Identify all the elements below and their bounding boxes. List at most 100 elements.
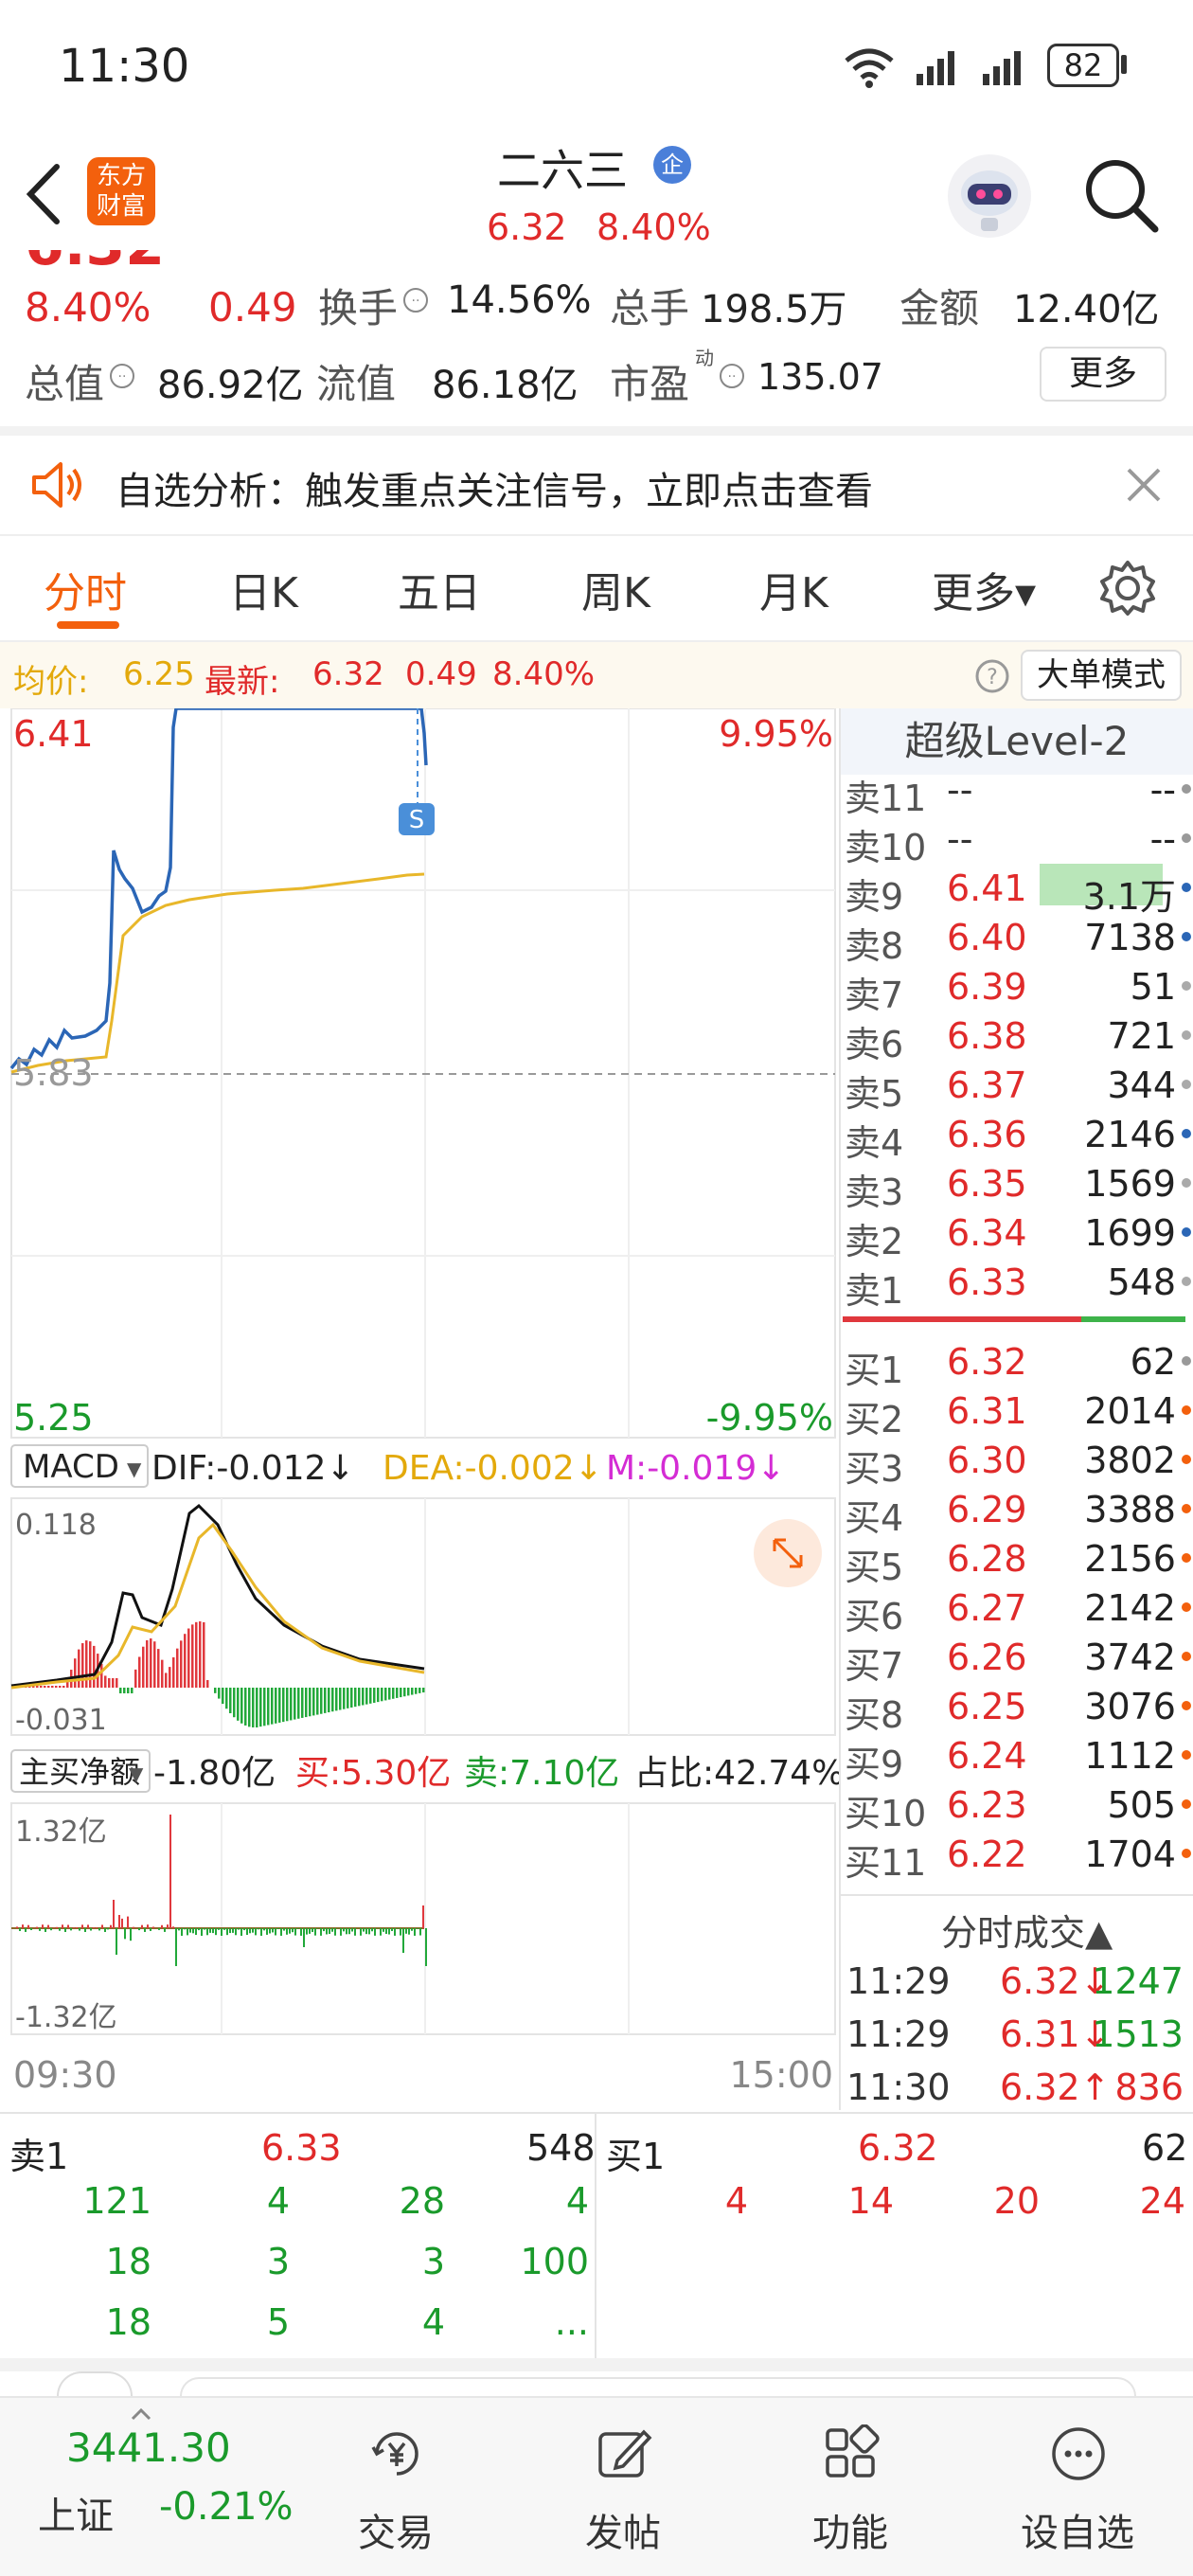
search-icon[interactable] (1081, 155, 1163, 237)
collapsed-handle[interactable] (57, 2371, 133, 2396)
battery-tip (1121, 55, 1127, 74)
svg-text:▼: ▼ (129, 1762, 144, 1785)
ask-level-label: 卖6 (845, 1024, 904, 1065)
bid-row[interactable]: 买10 6.23 505 (841, 1780, 1193, 1834)
queue-buy-cell: 14 (847, 2180, 894, 2222)
flow-bar (201, 1928, 203, 1936)
tab-more[interactable]: 更多▾ (932, 559, 1036, 619)
bid-row[interactable]: 买9 6.24 1112 (841, 1731, 1193, 1785)
trade-label: 交易 (358, 2512, 434, 2555)
flow-bar (260, 1928, 262, 1936)
bid-row[interactable]: 买6 6.27 2142 (841, 1583, 1193, 1637)
index-ticker[interactable]: 3441.30 上证 -0.21% (0, 2398, 294, 2576)
divider (0, 426, 1193, 436)
flow-bar (50, 1928, 52, 1931)
ask-row[interactable]: 卖4 6.36 2146 (841, 1110, 1193, 1164)
trades-title[interactable]: 分时成交▲ (941, 1904, 1113, 1956)
function-button[interactable]: 功能 (756, 2398, 945, 2576)
turnover-info-icon[interactable]: ·· (401, 286, 430, 314)
ask-row[interactable]: 卖2 6.34 1699 (841, 1208, 1193, 1262)
analysis-banner[interactable]: 自选分析：触发重点关注信号，立即点击查看 (0, 436, 1193, 534)
macd-bar (331, 1688, 334, 1712)
tab-weekly-k[interactable]: 周K (581, 559, 650, 619)
macd-bar (127, 1688, 130, 1693)
speaker-icon (32, 462, 81, 508)
ask-row[interactable]: 卖10 -- -- (841, 814, 1193, 868)
help-icon[interactable]: ? (973, 657, 1011, 695)
bid-row[interactable]: 买1 6.32 62 (841, 1337, 1193, 1391)
post-button[interactable]: 发帖 (528, 2398, 718, 2576)
bid-volume: 2156 (1084, 1538, 1176, 1580)
ask-price: 6.34 (947, 1212, 1027, 1254)
macd-bar (203, 1621, 205, 1688)
flow-bar (198, 1928, 200, 1931)
flow-bar (221, 1928, 223, 1936)
ask-level-label: 卖10 (845, 827, 927, 868)
tab-intraday[interactable]: 分时 (44, 559, 127, 619)
macd-bar (138, 1656, 141, 1688)
ask-row[interactable]: 卖9 6.41 3.1万 (841, 864, 1193, 918)
macd-bar (347, 1688, 349, 1708)
bid-volume: 2142 (1084, 1587, 1176, 1629)
big-order-mode-button[interactable]: 大单模式 (1021, 650, 1182, 701)
total-cap-info-icon[interactable]: ·· (108, 362, 136, 390)
chart-base-price: 5.83 (13, 1052, 94, 1094)
tab-five-day[interactable]: 五日 (398, 559, 481, 619)
more-button[interactable]: 更多 (1040, 347, 1166, 402)
ask-price: 6.39 (947, 966, 1027, 1008)
macd-bar (157, 1649, 160, 1688)
ask-row[interactable]: 卖8 6.40 7138 (841, 913, 1193, 967)
header-price: 6.32 (487, 206, 567, 248)
macd-bar (305, 1688, 308, 1718)
bid-price: 6.24 (947, 1735, 1027, 1777)
bid-level-label: 买7 (845, 1645, 904, 1687)
tab-daily-k[interactable]: 日K (229, 559, 298, 619)
flow-bar (408, 1928, 410, 1935)
macd-bar (142, 1646, 145, 1688)
flow-bar (144, 1928, 146, 1932)
macd-bar (112, 1678, 115, 1688)
bid-row[interactable]: 买7 6.26 3742 (841, 1633, 1193, 1687)
ask-row[interactable]: 卖5 6.37 344 (841, 1061, 1193, 1115)
stock-name[interactable]: 二六三 (497, 136, 628, 199)
flow-bar (218, 1928, 220, 1930)
robot-assistant-icon[interactable] (945, 152, 1034, 241)
macd-bar (66, 1682, 69, 1688)
bid-level-label: 买8 (845, 1694, 904, 1736)
flow-bar (184, 1928, 186, 1930)
bid-level-label: 买9 (845, 1744, 904, 1785)
back-icon[interactable] (21, 161, 68, 227)
ask-row[interactable]: 卖6 6.38 721 (841, 1011, 1193, 1065)
tab-monthly-k[interactable]: 月K (759, 559, 828, 619)
bid-row[interactable]: 买5 6.28 2156 (841, 1534, 1193, 1588)
app-logo[interactable]: 东方 财富 (87, 157, 155, 225)
bid-price: 6.23 (947, 1784, 1027, 1826)
macd-bar (93, 1645, 96, 1688)
trade-button[interactable]: 交易 (301, 2398, 490, 2576)
ask-row[interactable]: 卖11 -- -- (841, 765, 1193, 819)
macd-bar (339, 1688, 342, 1710)
bid-row[interactable]: 买3 6.30 3802 (841, 1436, 1193, 1490)
stock-badge: 企 (653, 146, 691, 184)
macd-bar (55, 1686, 58, 1688)
gear-icon[interactable] (1098, 559, 1157, 617)
bid-row[interactable]: 买4 6.29 3388 (841, 1485, 1193, 1539)
macd-bar (237, 1688, 240, 1721)
ask-row[interactable]: 卖3 6.35 1569 (841, 1159, 1193, 1213)
trade-icon (371, 2432, 418, 2476)
bid-row[interactable]: 买11 6.22 1704 (841, 1830, 1193, 1884)
ask-row[interactable]: 卖1 6.33 548 (841, 1258, 1193, 1312)
flow-bar (16, 1926, 18, 1928)
bid-row[interactable]: 买2 6.31 2014 (841, 1386, 1193, 1440)
macd-bar (62, 1686, 65, 1688)
intraday-charts[interactable]: S 6.41 9.95% 5.83 5.25 -9.95% MACD ▼ DIF… (0, 708, 839, 2110)
macd-bar (206, 1680, 209, 1688)
flow-bar (30, 1928, 32, 1931)
signal-icon-2 (983, 51, 1021, 85)
comment-box-edge[interactable] (180, 2377, 1136, 2396)
close-icon[interactable] (1123, 464, 1165, 506)
pe-info-icon[interactable]: ·· (718, 362, 746, 390)
add-watchlist-button[interactable]: 设自选 (983, 2398, 1172, 2576)
ask-row[interactable]: 卖7 6.39 51 (841, 962, 1193, 1016)
bid-row[interactable]: 买8 6.25 3076 (841, 1682, 1193, 1736)
